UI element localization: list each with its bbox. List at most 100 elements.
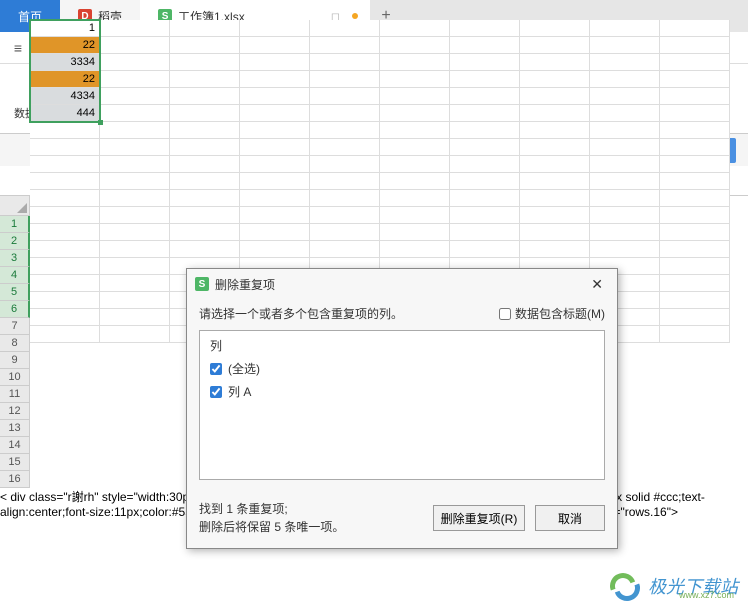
row-header[interactable]: 6 (0, 301, 30, 318)
cell[interactable] (660, 173, 730, 190)
cell[interactable] (30, 190, 100, 207)
cell[interactable] (240, 207, 310, 224)
cell[interactable] (170, 207, 240, 224)
row-header[interactable]: 10 (0, 369, 30, 386)
cell[interactable] (310, 190, 380, 207)
cell[interactable] (30, 173, 100, 190)
cell[interactable] (450, 20, 520, 37)
cell[interactable] (240, 105, 310, 122)
cell[interactable] (520, 105, 590, 122)
cell[interactable] (380, 37, 450, 54)
cell[interactable] (590, 37, 660, 54)
cell[interactable] (590, 207, 660, 224)
cell[interactable] (100, 275, 170, 292)
cell[interactable] (660, 20, 730, 37)
cell[interactable] (30, 241, 100, 258)
cell[interactable] (660, 105, 730, 122)
cell[interactable]: 22 (30, 71, 100, 88)
cell[interactable] (100, 190, 170, 207)
cell[interactable]: 4334 (30, 88, 100, 105)
cell[interactable] (590, 156, 660, 173)
cell[interactable] (380, 122, 450, 139)
cell[interactable] (590, 139, 660, 156)
cell[interactable] (170, 122, 240, 139)
cell[interactable] (380, 54, 450, 71)
cell[interactable] (240, 37, 310, 54)
column-a-checkbox[interactable]: 列 A (210, 383, 594, 400)
cell[interactable] (450, 54, 520, 71)
cell[interactable] (240, 54, 310, 71)
cell[interactable] (100, 71, 170, 88)
cell[interactable] (590, 105, 660, 122)
ok-button[interactable]: 删除重复项(R) (433, 505, 525, 531)
dialog-titlebar[interactable]: S 删除重复项 ✕ (187, 269, 617, 299)
cell[interactable] (310, 105, 380, 122)
cell[interactable] (660, 190, 730, 207)
cell[interactable] (30, 139, 100, 156)
cell[interactable] (310, 71, 380, 88)
cell[interactable] (660, 275, 730, 292)
cell[interactable] (310, 207, 380, 224)
cell[interactable] (100, 105, 170, 122)
cell[interactable] (240, 139, 310, 156)
cell[interactable] (520, 122, 590, 139)
cell[interactable] (310, 54, 380, 71)
cell[interactable] (660, 309, 730, 326)
cell[interactable] (100, 156, 170, 173)
cell[interactable] (450, 37, 520, 54)
hamburger-icon[interactable]: ≡ (8, 38, 28, 58)
cell[interactable] (660, 258, 730, 275)
cell[interactable] (100, 207, 170, 224)
cell[interactable]: 444 (30, 105, 100, 122)
cell[interactable] (170, 88, 240, 105)
cell[interactable] (450, 88, 520, 105)
select-all-checkbox[interactable]: (全选) (210, 360, 594, 377)
cell[interactable] (380, 20, 450, 37)
cell[interactable] (450, 122, 520, 139)
cell[interactable] (660, 156, 730, 173)
cell[interactable] (30, 326, 100, 343)
cell[interactable] (30, 224, 100, 241)
cell[interactable] (310, 37, 380, 54)
cell[interactable] (380, 71, 450, 88)
cell[interactable] (590, 173, 660, 190)
cell[interactable] (310, 156, 380, 173)
cell[interactable] (30, 258, 100, 275)
fill-handle[interactable] (98, 120, 103, 125)
cell[interactable] (590, 54, 660, 71)
row-header[interactable]: 2 (0, 233, 30, 250)
cell[interactable] (380, 105, 450, 122)
cancel-button[interactable]: 取消 (535, 505, 605, 531)
cell[interactable] (100, 224, 170, 241)
cell[interactable] (170, 139, 240, 156)
cell[interactable] (100, 88, 170, 105)
cell[interactable] (520, 190, 590, 207)
cell[interactable] (380, 190, 450, 207)
cell[interactable] (660, 37, 730, 54)
cell[interactable] (170, 241, 240, 258)
cell[interactable] (240, 241, 310, 258)
cell[interactable] (30, 275, 100, 292)
cell[interactable] (590, 190, 660, 207)
cell[interactable] (100, 309, 170, 326)
cell[interactable] (310, 173, 380, 190)
cell[interactable] (450, 241, 520, 258)
cell[interactable] (590, 71, 660, 88)
column-a-input[interactable] (210, 386, 222, 398)
cell[interactable] (660, 292, 730, 309)
cell[interactable] (240, 224, 310, 241)
cell[interactable] (100, 292, 170, 309)
cell[interactable] (240, 71, 310, 88)
row-header[interactable]: 3 (0, 250, 30, 267)
cell[interactable] (240, 190, 310, 207)
cell[interactable] (310, 224, 380, 241)
row-header[interactable]: 7 (0, 318, 30, 335)
cell[interactable] (170, 20, 240, 37)
row-header[interactable]: 13 (0, 420, 30, 437)
cell[interactable] (380, 139, 450, 156)
cell[interactable] (590, 224, 660, 241)
cell[interactable] (450, 139, 520, 156)
row-header[interactable]: 12 (0, 403, 30, 420)
cell[interactable] (660, 139, 730, 156)
row-header[interactable]: 5 (0, 284, 30, 301)
